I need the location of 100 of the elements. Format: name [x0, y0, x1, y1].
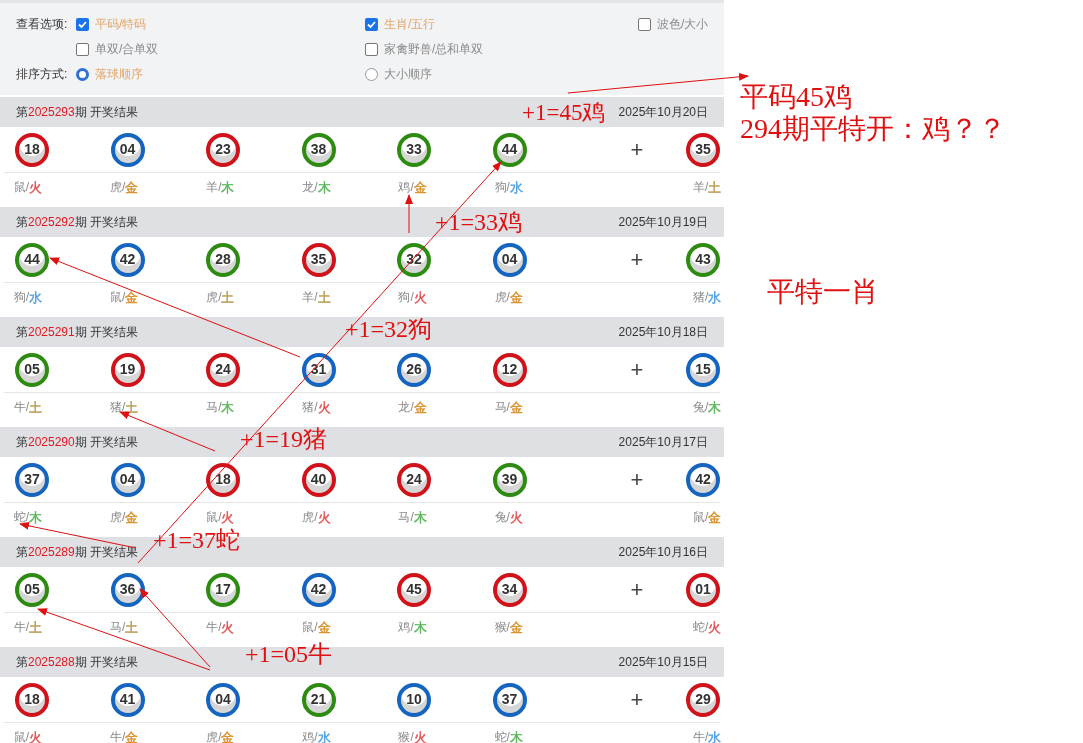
zodiac-label: 鼠/ [206, 509, 222, 527]
zodiac-label: 虎/ [206, 729, 222, 743]
element-label: 金 [413, 399, 427, 418]
option-label: 波色/大小 [657, 16, 709, 33]
element-label: 火 [221, 619, 235, 638]
zodiac-label: 羊/ [693, 179, 709, 197]
element-label: 火 [221, 509, 235, 528]
element-label: 土 [708, 179, 722, 198]
plus-sign: + [630, 136, 644, 164]
element-label: 火 [509, 509, 523, 528]
zodiac-label: 狗/ [13, 289, 30, 307]
radio-button[interactable] [76, 67, 89, 81]
zodiac-label: 龙/ [398, 399, 414, 417]
element-label: 木 [29, 509, 43, 528]
draw-date: 2025年10月16日 [618, 544, 708, 561]
zodiac-label: 蛇/ [13, 509, 30, 527]
draw-date: 2025年10月18日 [618, 324, 708, 341]
element-label: 木 [221, 399, 235, 418]
annotation-text: +1=05牛 [245, 642, 333, 666]
element-label: 金 [509, 399, 523, 418]
element-label: 土 [317, 289, 331, 308]
zodiac-label: 虎/ [494, 289, 510, 307]
zodiac-label: 羊/ [206, 179, 222, 197]
option-label: 大小顺序 [384, 66, 432, 83]
zodiac-label: 鸡/ [302, 729, 318, 743]
option-row-label: 查看选项: [16, 16, 68, 33]
annotation-text: 平特一肖 [767, 278, 879, 306]
zodiac-label: 鼠/ [110, 289, 126, 307]
zodiac-label: 牛/ [13, 619, 30, 637]
annotation-text: 平码45鸡 [740, 83, 852, 111]
zodiac-label: 牛/ [206, 619, 222, 637]
element-label: 金 [125, 289, 139, 308]
element-label: 金 [317, 619, 331, 638]
element-label: 木 [509, 729, 523, 743]
checkbox[interactable] [76, 17, 89, 31]
element-label: 金 [125, 179, 139, 198]
draw-title: 第2025292期 开奖结果 [16, 214, 139, 231]
option-label: 平码/特码 [95, 16, 147, 33]
annotation-text: +1=37蛇 [153, 528, 241, 552]
zodiac-label: 虎/ [110, 179, 126, 197]
zodiac-label: 鸡/ [398, 619, 414, 637]
draw-title: 第2025290期 开奖结果 [16, 434, 139, 451]
zodiac-label: 猪/ [302, 399, 318, 417]
zodiac-label: 马/ [206, 399, 222, 417]
element-label: 火 [708, 619, 722, 638]
plus-sign: + [630, 686, 644, 714]
zodiac-label: 狗/ [398, 289, 414, 307]
zodiac-label: 鼠/ [13, 179, 30, 197]
zodiac-label: 羊/ [302, 289, 318, 307]
option-label: 生肖/五行 [384, 16, 436, 33]
plus-sign: + [630, 356, 644, 384]
element-label: 木 [221, 179, 235, 198]
element-label: 木 [413, 509, 427, 528]
checkbox[interactable] [365, 17, 378, 31]
element-label: 金 [413, 179, 427, 198]
element-label: 火 [29, 179, 43, 198]
element-label: 火 [317, 509, 331, 528]
checkbox[interactable] [76, 42, 89, 56]
zodiac-label: 虎/ [302, 509, 318, 527]
option-label: 落球顺序 [95, 66, 143, 83]
draw-date: 2025年10月19日 [618, 214, 708, 231]
element-label: 水 [509, 179, 523, 198]
option-row-label: 排序方式: [16, 66, 68, 83]
element-label: 金 [125, 729, 139, 743]
plus-sign: + [630, 466, 644, 494]
option-label: 单双/合单双 [95, 41, 159, 58]
zodiac-label: 鼠/ [13, 729, 30, 743]
radio-button[interactable] [365, 67, 378, 81]
element-label: 金 [509, 289, 523, 308]
option-label: 家禽野兽/总和单双 [384, 41, 484, 58]
zodiac-label: 虎/ [206, 289, 222, 307]
checkbox[interactable] [638, 17, 651, 31]
zodiac-label: 蛇/ [494, 729, 510, 743]
element-label: 土 [29, 399, 43, 418]
zodiac-label: 猪/ [693, 289, 709, 307]
element-label: 火 [317, 399, 331, 418]
zodiac-label: 牛/ [693, 729, 709, 743]
draw-date: 2025年10月15日 [618, 654, 708, 671]
zodiac-label: 马/ [398, 509, 414, 527]
annotation-text: +1=45鸡 [522, 101, 606, 124]
zodiac-label: 虎/ [110, 509, 126, 527]
element-label: 土 [125, 399, 139, 418]
draw-title: 第2025288期 开奖结果 [16, 654, 139, 671]
element-label: 木 [413, 619, 427, 638]
element-label: 水 [708, 289, 722, 308]
checkbox[interactable] [365, 42, 378, 56]
draw-date: 2025年10月20日 [618, 104, 708, 121]
zodiac-label: 兔/ [693, 399, 709, 417]
element-label: 木 [317, 179, 331, 198]
annotation-text: 294期平特开：鸡？？ [740, 115, 1006, 143]
plus-sign: + [630, 576, 644, 604]
zodiac-label: 牛/ [13, 399, 30, 417]
draw-title: 第2025293期 开奖结果 [16, 104, 139, 121]
draw-date: 2025年10月17日 [618, 434, 708, 451]
draw-title: 第2025291期 开奖结果 [16, 324, 139, 341]
element-label: 水 [29, 289, 43, 308]
zodiac-label: 鼠/ [693, 509, 709, 527]
element-label: 火 [413, 289, 427, 308]
zodiac-label: 马/ [494, 399, 510, 417]
element-label: 土 [221, 289, 235, 308]
